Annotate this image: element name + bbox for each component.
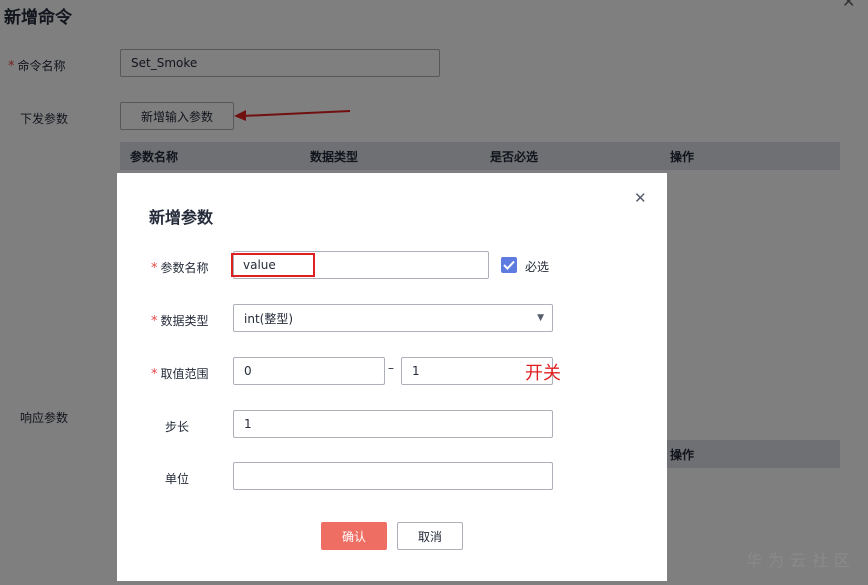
range-min-value: 0: [244, 364, 252, 378]
data-type-label-row: * 数据类型: [151, 312, 209, 329]
add-param-dialog: 新增参数 ✕ * 参数名称 value 必选 * 数据类型 int(整型) ▼ * 取…: [117, 173, 667, 581]
chevron-down-icon: ▼: [537, 313, 544, 323]
annotation-text: 开关: [525, 363, 561, 384]
watermark: 华为云社区: [745, 551, 856, 570]
required-label: 必选: [525, 260, 550, 274]
unit-input[interactable]: [233, 462, 553, 490]
range-min-input[interactable]: 0: [233, 357, 385, 385]
data-type-select[interactable]: int(整型) ▼: [233, 304, 553, 332]
range-label: 取值范围: [160, 367, 209, 381]
step-label: 步长: [165, 420, 190, 434]
param-name-label-row: * 参数名称: [151, 259, 209, 276]
confirm-button[interactable]: 确认: [321, 522, 387, 550]
step-value: 1: [244, 417, 252, 431]
required-star: *: [151, 314, 158, 329]
unit-label: 单位: [165, 472, 190, 486]
required-star: *: [151, 367, 158, 382]
checkmark-icon: [503, 260, 515, 270]
required-checkbox[interactable]: [501, 257, 517, 273]
dialog-title: 新增参数: [149, 208, 214, 227]
step-input[interactable]: 1: [233, 410, 553, 438]
cancel-button[interactable]: 取消: [397, 522, 463, 550]
range-max-value: 1: [412, 364, 420, 378]
param-name-label: 参数名称: [160, 261, 209, 275]
param-name-highlight: value: [231, 253, 315, 277]
data-type-label: 数据类型: [160, 314, 209, 328]
param-name-value: value: [243, 258, 276, 272]
required-star: *: [151, 261, 158, 276]
range-label-row: * 取值范围: [151, 365, 209, 382]
range-separator: –: [388, 361, 394, 375]
close-icon[interactable]: ✕: [634, 189, 647, 207]
data-type-value: int(整型): [244, 311, 294, 326]
